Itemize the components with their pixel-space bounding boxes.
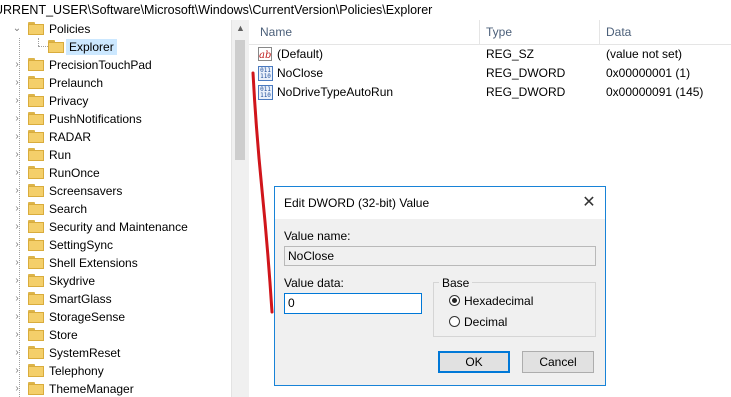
base-label: Base (439, 276, 473, 290)
value-name-field[interactable]: NoClose (284, 246, 596, 266)
ok-button[interactable]: OK (438, 351, 510, 373)
value-data-input[interactable]: 0 (284, 293, 422, 314)
dialog-title: Edit DWORD (32-bit) Value (284, 196, 430, 210)
decimal-radio[interactable] (449, 316, 460, 327)
value-name-label: Value name: (284, 229, 351, 243)
dialog-titlebar[interactable]: Edit DWORD (32-bit) Value ✕ (275, 187, 605, 219)
cancel-button[interactable]: Cancel (522, 351, 594, 373)
base-groupbox (433, 282, 596, 337)
value-data-label: Value data: (284, 276, 344, 290)
hexadecimal-radio[interactable] (449, 295, 460, 306)
close-icon[interactable]: ✕ (573, 187, 605, 219)
hexadecimal-label[interactable]: Hexadecimal (464, 294, 533, 308)
edit-dword-dialog[interactable]: Edit DWORD (32-bit) Value ✕ Value name: … (274, 186, 606, 386)
decimal-label[interactable]: Decimal (464, 315, 507, 329)
